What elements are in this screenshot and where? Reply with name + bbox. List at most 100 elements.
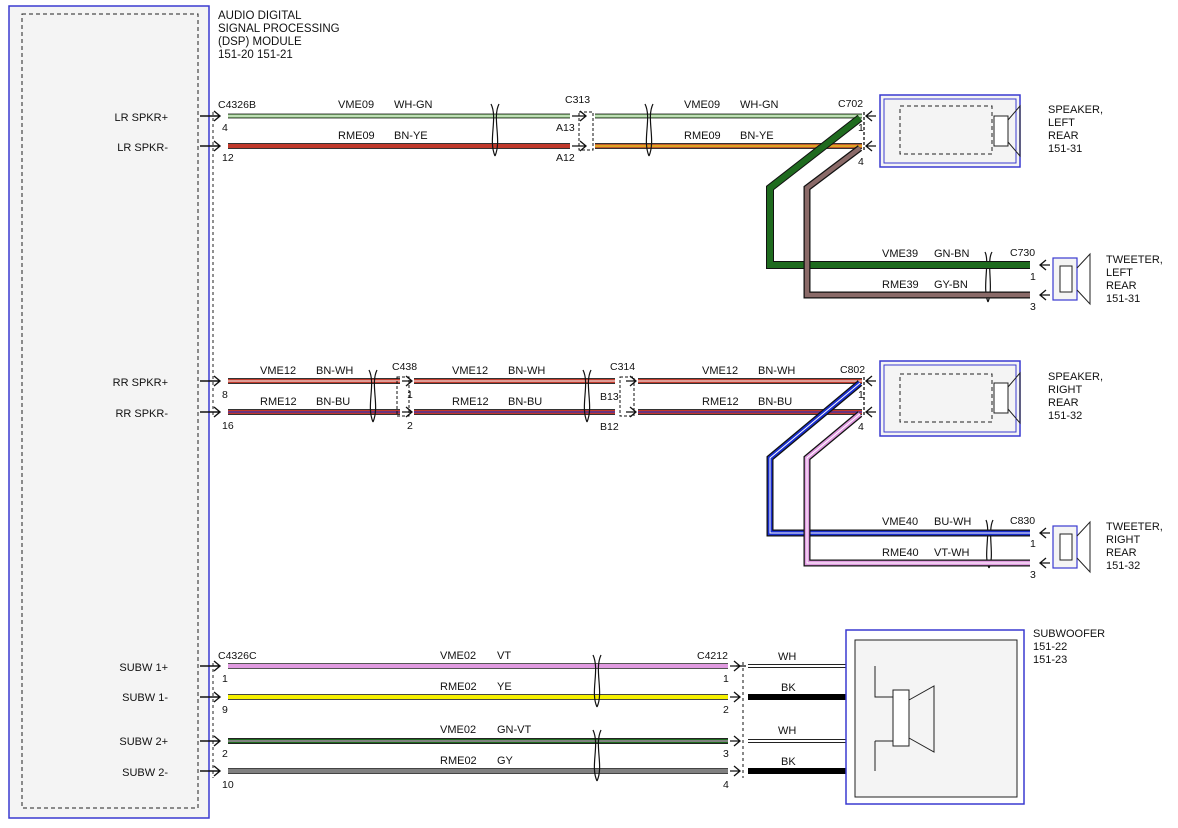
wire-color-bn-bu-c: BN-BU <box>758 396 792 408</box>
pin-2-sub: 2 <box>222 748 228 760</box>
twist-symbols-sub <box>592 654 602 782</box>
subwoofer[interactable] <box>845 629 1025 805</box>
lr-tweeter-label-3: REAR <box>1106 280 1137 292</box>
wire-color-bn-ye-b: BN-YE <box>740 130 774 142</box>
lr-speaker[interactable] <box>879 94 1021 168</box>
c830-label: C830 <box>1010 515 1035 527</box>
pin-label-rr-spkr-neg: RR SPKR- <box>115 408 168 420</box>
wire-color-gn-bn: GN-BN <box>934 248 970 260</box>
wire-color-bn-ye-a: BN-YE <box>394 130 428 142</box>
rr-speaker[interactable] <box>879 360 1021 437</box>
c830-pin-1: 1 <box>1030 538 1036 550</box>
c4212-pin-1: 1 <box>723 673 729 685</box>
rr-tweeter[interactable] <box>1038 520 1091 574</box>
wire-label-rme09-a: RME09 <box>338 130 375 142</box>
wire-color-ye: YE <box>497 681 512 693</box>
wire-label-rme02-a: RME02 <box>440 681 477 693</box>
module-title-1: AUDIO DIGITAL <box>218 10 302 22</box>
c830-pin-3: 3 <box>1030 569 1036 581</box>
subwoofer-label-2: 151-22 <box>1033 641 1067 653</box>
pigtail-label-wh-2: WH <box>778 725 796 737</box>
wire-color-gy-bn: GY-BN <box>934 279 968 291</box>
rr-tweeter-label-3: REAR <box>1106 547 1137 559</box>
pin-label-subw1-pos: SUBW 1+ <box>119 662 168 674</box>
pigtail-label-bk-2: BK <box>781 756 796 768</box>
wire-label-vme02-a: VME02 <box>440 650 476 662</box>
wire-label-rme02-b: RME02 <box>440 755 477 767</box>
module-ref-numbers: 151-20 151-21 <box>218 49 293 61</box>
subwoofer-label-3: 151-23 <box>1033 654 1067 666</box>
wire-label-vme39: VME39 <box>882 248 918 260</box>
pin-4-lr: 4 <box>222 122 228 134</box>
wire-rme39[interactable] <box>803 145 1030 299</box>
c730-pin-3: 3 <box>1030 301 1036 313</box>
c438-pin-2: 2 <box>407 420 413 432</box>
wire-label-vme09-a: VME09 <box>338 99 374 111</box>
c730-pin-1: 1 <box>1030 271 1036 283</box>
c702-label: C702 <box>838 98 863 110</box>
c4212-label: C4212 <box>697 650 728 662</box>
pin-label-subw2-pos: SUBW 2+ <box>119 736 168 748</box>
pigtail-label-wh-1: WH <box>778 651 796 663</box>
wire-color-bn-bu-b: BN-BU <box>508 396 542 408</box>
wire-label-vme40: VME40 <box>882 516 918 528</box>
c802-connector[interactable] <box>863 375 876 418</box>
wire-label-vme12-b: VME12 <box>452 365 488 377</box>
wire-label-rme40: RME40 <box>882 547 919 559</box>
rr-speaker-label-4: 151-32 <box>1048 410 1082 422</box>
c4212-connector[interactable] <box>730 660 746 778</box>
pin-label-subw1-neg: SUBW 1- <box>122 692 168 704</box>
lr-speaker-label-2: LEFT <box>1048 117 1075 129</box>
c702-pin-1: 1 <box>858 122 864 134</box>
wire-color-gy: GY <box>497 755 514 767</box>
lr-tweeter-label-4: 151-31 <box>1106 293 1140 305</box>
wire-color-bn-wh-a: BN-WH <box>316 365 353 377</box>
wire-color-vt: VT <box>497 650 511 662</box>
pin-12-lr: 12 <box>222 152 234 164</box>
lr-speaker-label-3: REAR <box>1048 130 1079 142</box>
c438-label: C438 <box>392 361 417 373</box>
wire-label-vme12-a: VME12 <box>260 365 296 377</box>
c702-pin-4: 4 <box>858 156 864 168</box>
pin-label-subw2-neg: SUBW 2- <box>122 767 168 779</box>
c802-label: C802 <box>840 364 865 376</box>
wire-color-vt-wh: VT-WH <box>934 547 969 559</box>
c702-connector[interactable] <box>863 110 876 152</box>
rr-tweeter-label-4: 151-32 <box>1106 560 1140 572</box>
c802-pin-4: 4 <box>858 421 864 433</box>
c4326c-label: C4326C <box>218 650 257 662</box>
pin-9-sub: 9 <box>222 704 228 716</box>
lr-tweeter[interactable] <box>1038 252 1091 306</box>
wire-color-bu-wh: BU-WH <box>934 516 971 528</box>
c313-connector[interactable] <box>572 110 594 152</box>
pin-label-lr-spkr-neg: LR SPKR- <box>117 142 168 154</box>
rr-speaker-label-3: REAR <box>1048 397 1079 409</box>
c438-pin-1: 1 <box>407 389 413 401</box>
wire-color-bn-wh-c: BN-WH <box>758 365 795 377</box>
rr-speaker-label-2: RIGHT <box>1048 384 1083 396</box>
wire-label-vme09-b: VME09 <box>684 99 720 111</box>
wire-label-vme12-c: VME12 <box>702 365 738 377</box>
wire-color-gn-vt: GN-VT <box>497 724 532 736</box>
c730-label: C730 <box>1010 247 1035 259</box>
pin-8-rr: 8 <box>222 389 228 401</box>
dsp-module[interactable] <box>8 5 210 819</box>
lr-speaker-label-4: 151-31 <box>1048 143 1082 155</box>
c802-pin-1: 1 <box>858 389 864 401</box>
lr-tweeter-label-1: TWEETER, <box>1106 254 1163 266</box>
c313-pin-a12: A12 <box>556 152 575 164</box>
wire-color-wh-gn-b: WH-GN <box>740 99 779 111</box>
subwoofer-label-1: SUBWOOFER <box>1033 628 1105 640</box>
wire-label-vme02-b: VME02 <box>440 724 476 736</box>
wire-color-wh-gn-a: WH-GN <box>394 99 433 111</box>
pigtail-label-bk-1: BK <box>781 682 796 694</box>
wire-label-rme12-b: RME12 <box>452 396 489 408</box>
wire-label-rme09-b: RME09 <box>684 130 721 142</box>
c314-connector[interactable] <box>619 375 638 418</box>
wire-label-rme12-c: RME12 <box>702 396 739 408</box>
pin-10-sub: 10 <box>222 779 234 791</box>
c4326b-label: C4326B <box>218 99 256 111</box>
wire-color-bn-wh-b: BN-WH <box>508 365 545 377</box>
c4212-pin-4: 4 <box>723 779 729 791</box>
rr-tweeter-label-1: TWEETER, <box>1106 521 1163 533</box>
